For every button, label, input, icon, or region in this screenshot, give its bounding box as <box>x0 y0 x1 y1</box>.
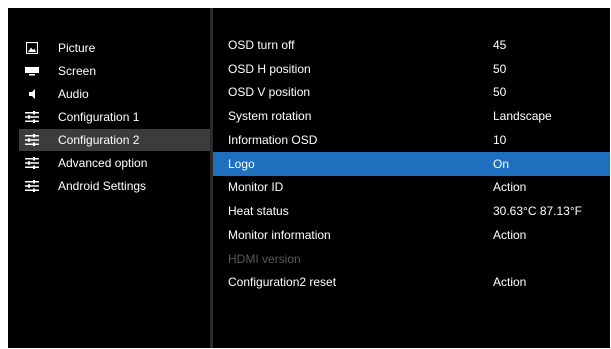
setting-value: Action <box>493 275 527 289</box>
sidebar-item-label: Android Settings <box>58 179 147 193</box>
setting-label: Monitor ID <box>228 180 284 194</box>
setting-value: 45 <box>493 38 507 52</box>
setting-row-configuration2-reset[interactable]: Configuration2 reset Action <box>213 271 610 293</box>
speaker-icon <box>25 87 39 101</box>
setting-value: Action <box>493 180 527 194</box>
setting-row-osd-h-position[interactable]: OSD H position 50 <box>213 58 610 80</box>
setting-row-hdmi-version: HDMI version <box>213 248 610 270</box>
setting-row-osd-v-position[interactable]: OSD V position 50 <box>213 81 610 103</box>
setting-value: 30.63°C 87.13°F <box>493 204 582 218</box>
sidebar: Picture Screen Audio Configuration 1 Con… <box>8 8 210 348</box>
setting-label: Configuration2 reset <box>228 275 337 289</box>
setting-row-system-rotation[interactable]: System rotation Landscape <box>213 105 610 127</box>
setting-label: Information OSD <box>228 133 318 147</box>
sidebar-item-picture[interactable]: Picture <box>19 37 210 59</box>
setting-label: System rotation <box>228 109 312 123</box>
sidebar-item-label: Audio <box>58 87 89 101</box>
sliders-icon <box>25 179 39 193</box>
sidebar-item-label: Screen <box>58 64 97 78</box>
sidebar-item-android-settings[interactable]: Android Settings <box>19 175 210 197</box>
setting-value: Action <box>493 228 527 242</box>
setting-value: 10 <box>493 133 507 147</box>
sidebar-item-screen[interactable]: Screen <box>19 60 210 82</box>
sliders-icon <box>25 156 39 170</box>
osd-menu: Picture Screen Audio Configuration 1 Con… <box>8 8 610 348</box>
setting-label: Heat status <box>228 204 289 218</box>
setting-label: Logo <box>228 157 255 171</box>
sidebar-item-audio[interactable]: Audio <box>19 83 210 105</box>
sidebar-item-label: Configuration 1 <box>58 110 140 124</box>
picture-icon <box>25 41 39 55</box>
setting-value: On <box>493 157 510 171</box>
setting-value: Landscape <box>493 109 552 123</box>
setting-row-logo[interactable]: Logo On <box>213 152 610 176</box>
screen-icon <box>25 64 39 78</box>
sliders-icon <box>25 110 39 124</box>
setting-row-heat-status[interactable]: Heat status 30.63°C 87.13°F <box>213 200 610 222</box>
setting-label: OSD turn off <box>228 38 295 52</box>
settings-panel: OSD turn off 45 OSD H position 50 OSD V … <box>213 8 610 348</box>
sliders-icon <box>25 133 39 147</box>
sidebar-item-label: Configuration 2 <box>58 133 140 147</box>
setting-label: OSD V position <box>228 85 311 99</box>
setting-value: 50 <box>493 62 507 76</box>
sidebar-item-configuration-1[interactable]: Configuration 1 <box>19 106 210 128</box>
setting-value: 50 <box>493 85 507 99</box>
sidebar-item-label: Advanced option <box>58 156 148 170</box>
setting-label: HDMI version <box>228 252 301 266</box>
setting-row-osd-turn-off[interactable]: OSD turn off 45 <box>213 34 610 56</box>
setting-label: OSD H position <box>228 62 311 76</box>
setting-label: Monitor information <box>228 228 331 242</box>
sidebar-item-configuration-2[interactable]: Configuration 2 <box>19 129 210 151</box>
setting-row-monitor-information[interactable]: Monitor information Action <box>213 224 610 246</box>
setting-row-information-osd[interactable]: Information OSD 10 <box>213 129 610 151</box>
sidebar-item-label: Picture <box>58 41 96 55</box>
sidebar-item-advanced-option[interactable]: Advanced option <box>19 152 210 174</box>
setting-row-monitor-id[interactable]: Monitor ID Action <box>213 176 610 198</box>
